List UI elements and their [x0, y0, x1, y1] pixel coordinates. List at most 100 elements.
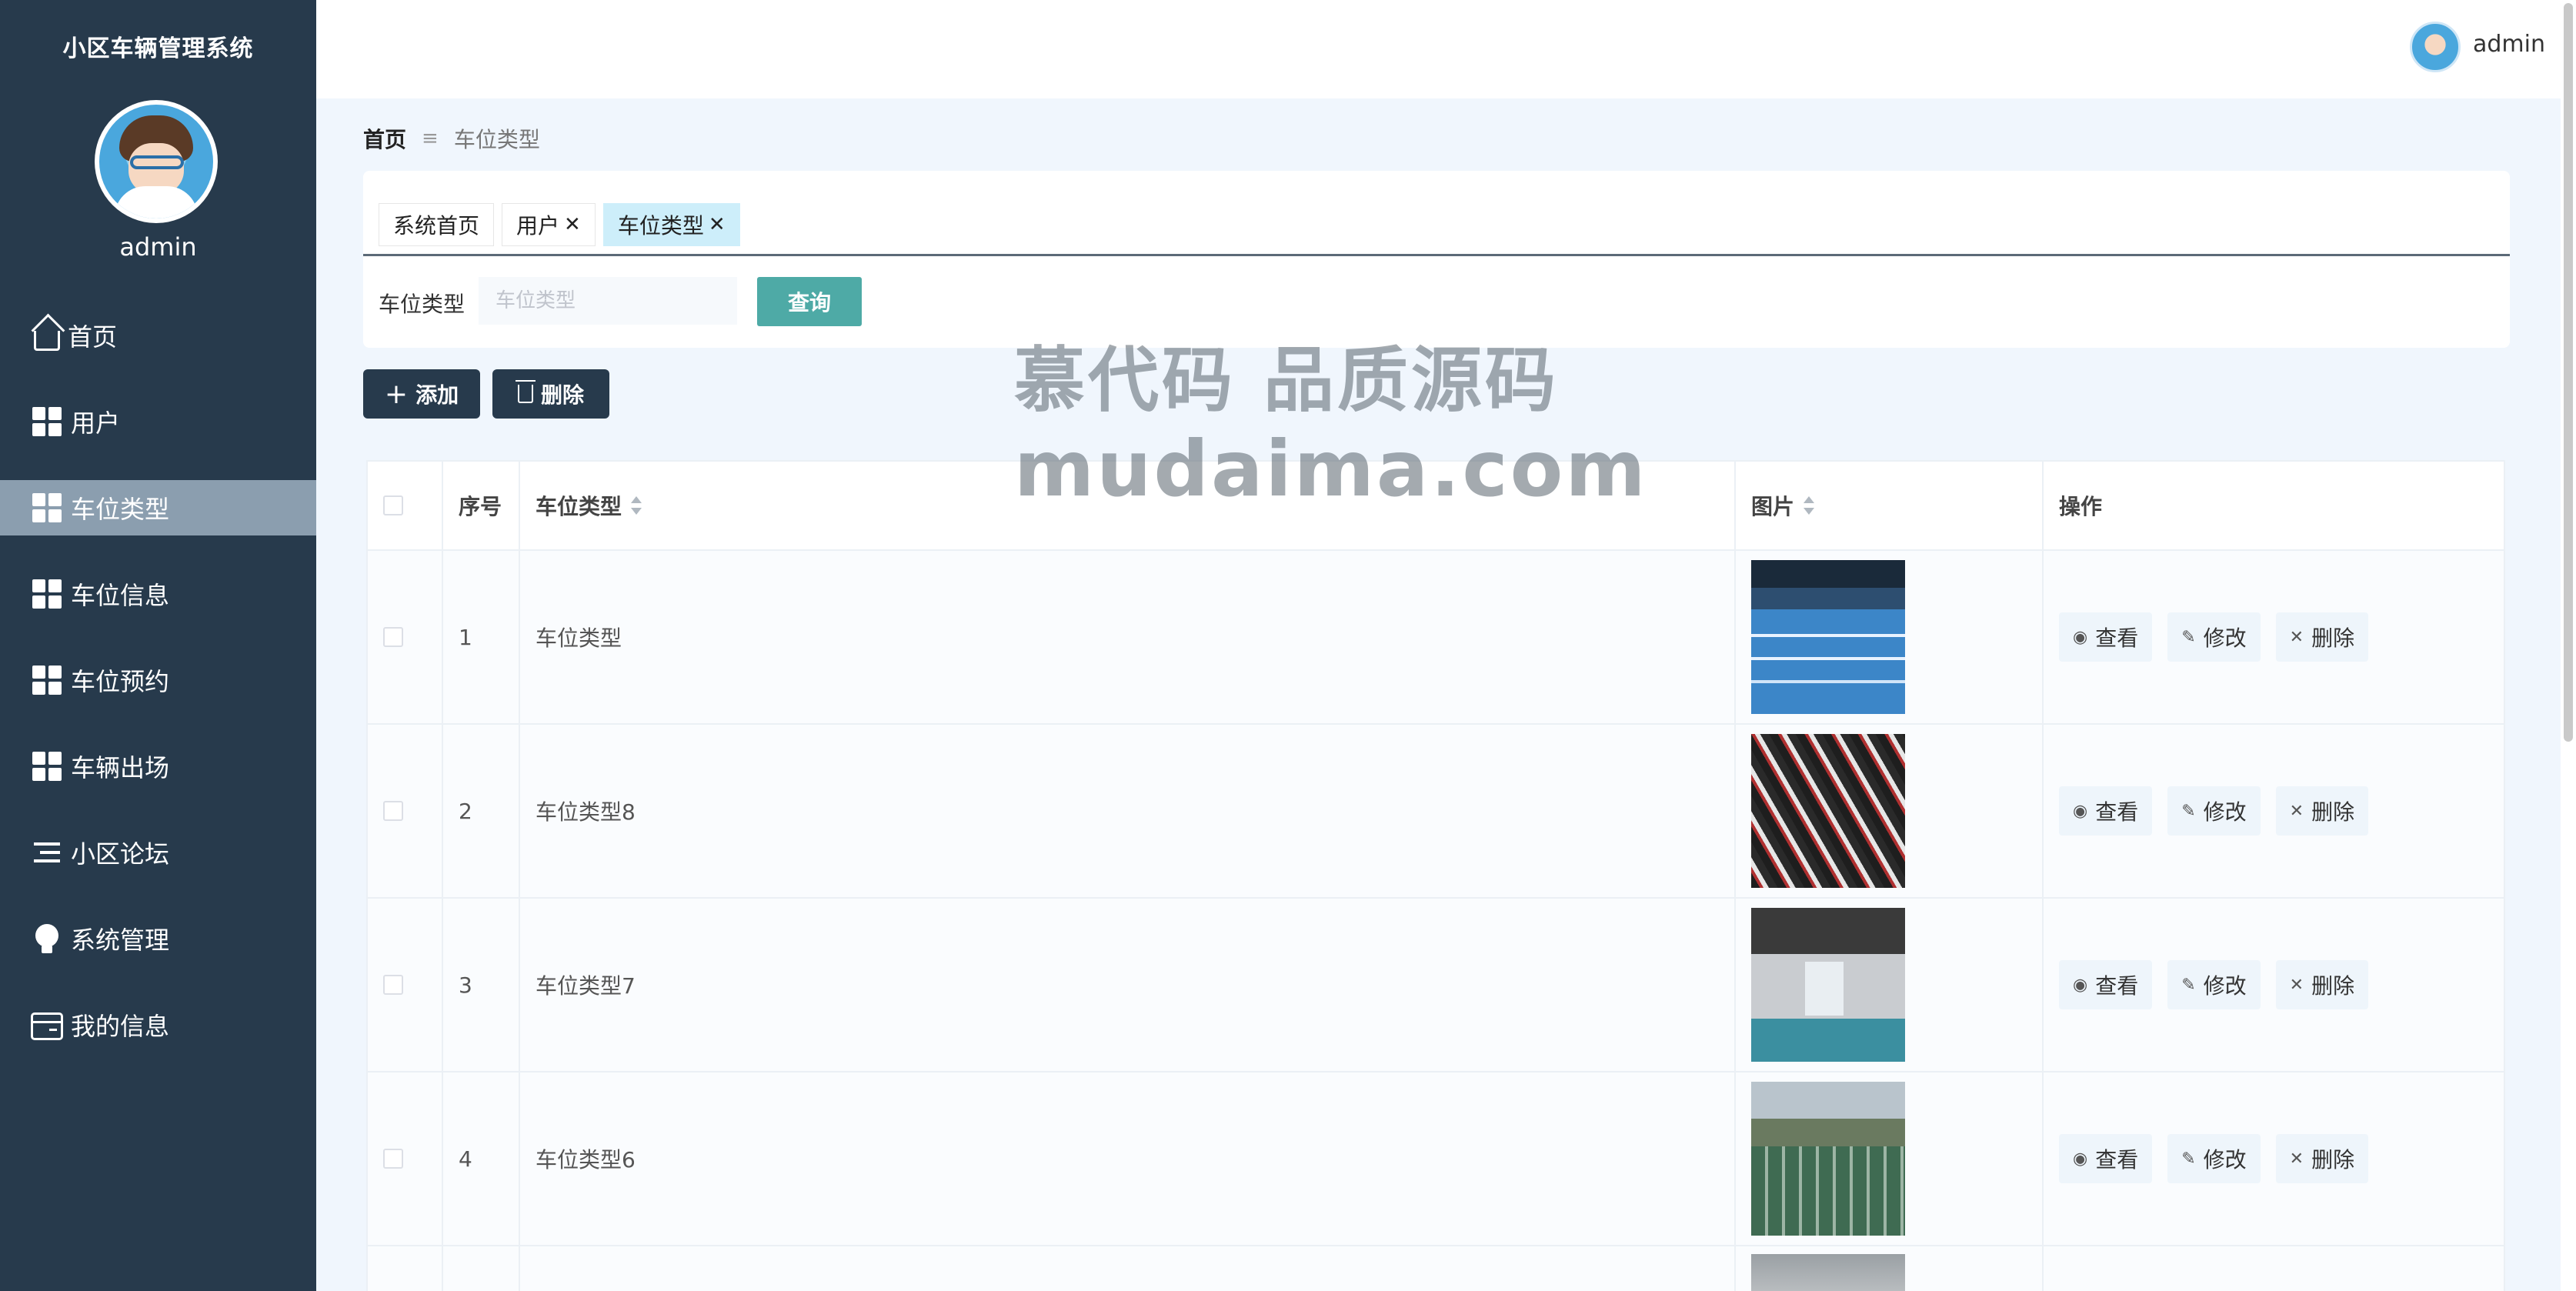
- edit-button[interactable]: ✎ 修改: [2167, 612, 2261, 662]
- breadcrumb-home[interactable]: 首页: [363, 123, 406, 154]
- view-button[interactable]: ◉ 查看: [2059, 612, 2153, 662]
- grid-icon: [31, 750, 63, 782]
- sidebar-username: admin: [119, 232, 197, 262]
- search-input[interactable]: [479, 277, 737, 325]
- close-icon[interactable]: ✕: [709, 213, 726, 236]
- sidebar-item-users[interactable]: 用户: [0, 379, 316, 465]
- sidebar-item-parking-reservation[interactable]: 车位预约: [0, 637, 316, 723]
- delete-label: 删除: [2311, 799, 2355, 825]
- scrollbar-thumb[interactable]: [2564, 3, 2573, 742]
- sidebar-item-my-info[interactable]: 我的信息: [0, 982, 316, 1068]
- edit-label: 修改: [2203, 625, 2247, 651]
- select-all-checkbox[interactable]: [383, 495, 403, 515]
- add-button[interactable]: + 添加: [363, 369, 480, 419]
- table-row: 4 车位类型6 ◉ 查看 ✎ 修改 ✕ 删除: [368, 1072, 2504, 1246]
- row-ops: ◉ 查看 ✎ 修改 ✕ 删除: [2044, 551, 2504, 723]
- row-delete-button[interactable]: ✕ 删除: [2275, 1134, 2369, 1183]
- tab-bar: 系统首页 用户 ✕ 车位类型 ✕: [379, 203, 748, 246]
- edit-button[interactable]: ✎ 修改: [2167, 1134, 2261, 1183]
- eye-icon: ◉: [2073, 1149, 2088, 1169]
- row-checkbox[interactable]: [383, 975, 403, 995]
- header-avatar[interactable]: [2410, 22, 2461, 72]
- row-index: 3: [443, 899, 520, 1071]
- row-checkbox[interactable]: [383, 801, 403, 821]
- row-index: 2: [443, 725, 520, 897]
- view-button[interactable]: ◉ 查看: [2059, 1134, 2153, 1183]
- edit-button[interactable]: ✎ 修改: [2167, 786, 2261, 836]
- sidebar-item-vehicle-exit[interactable]: 车辆出场: [0, 723, 316, 809]
- sidebar-item-label: 我的信息: [71, 1012, 170, 1041]
- sidebar-item-parking-type[interactable]: 车位类型: [0, 480, 316, 535]
- header-index: 序号: [443, 462, 520, 549]
- tab-parking-type[interactable]: 车位类型 ✕: [602, 203, 740, 246]
- row-checkbox[interactable]: [383, 1149, 403, 1169]
- header-image[interactable]: 图片: [1736, 462, 2044, 549]
- close-icon: ✕: [2289, 1149, 2304, 1169]
- sidebar-item-label: 用户: [71, 409, 121, 438]
- sort-icon[interactable]: [1804, 496, 1815, 515]
- sidebar-item-label: 系统管理: [71, 926, 170, 955]
- sidebar-item-label: 车位类型: [71, 495, 170, 524]
- card-icon: [31, 1012, 63, 1040]
- sidebar-item-parking-info[interactable]: 车位信息: [0, 551, 316, 637]
- edit-icon: ✎: [2181, 801, 2196, 821]
- header-username[interactable]: admin: [2473, 31, 2545, 58]
- sort-icon[interactable]: [631, 496, 642, 515]
- row-ops: ◉ 查看 ✎ 修改 ✕ 删除: [2044, 725, 2504, 897]
- tab-home[interactable]: 系统首页: [379, 203, 495, 246]
- avatar[interactable]: [95, 100, 218, 223]
- row-image-cell: [1736, 1072, 2044, 1245]
- row-name: [520, 1246, 1736, 1291]
- header-name-label: 车位类型: [536, 494, 622, 519]
- edit-label: 修改: [2203, 973, 2247, 999]
- view-label: 查看: [2095, 973, 2139, 999]
- search-panel: 系统首页 用户 ✕ 车位类型 ✕ 车位类型 查询: [363, 171, 2510, 348]
- tab-label: 车位类型: [617, 213, 704, 239]
- table-row: 1 车位类型 ◉ 查看 ✎ 修改 ✕ 删除: [368, 551, 2504, 725]
- parking-image[interactable]: [1751, 1082, 1905, 1236]
- tab-users[interactable]: 用户 ✕: [502, 203, 596, 246]
- sidebar-item-label: 车位预约: [71, 667, 170, 696]
- close-icon[interactable]: ✕: [564, 213, 581, 236]
- parking-image[interactable]: [1751, 734, 1905, 888]
- sidebar-item-label: 小区论坛: [71, 839, 170, 869]
- watermark: 慕代码 品质源码 mudaima.com: [1014, 339, 1648, 515]
- row-image-cell: [1736, 725, 2044, 897]
- sidebar-item-home[interactable]: 首页: [0, 292, 316, 379]
- parking-image[interactable]: [1751, 908, 1905, 1062]
- row-delete-button[interactable]: ✕ 删除: [2275, 612, 2369, 662]
- edit-button[interactable]: ✎ 修改: [2167, 960, 2261, 1009]
- row-ops: ◉ 查看 ✎ 修改 ✕ 删除: [2044, 899, 2504, 1071]
- row-index: [443, 1246, 520, 1291]
- header-ops: 操作: [2059, 494, 2103, 519]
- page-scrollbar[interactable]: [2561, 0, 2576, 1291]
- parking-image[interactable]: [1751, 1254, 1905, 1291]
- breadcrumb: 首页 ≡ 车位类型: [363, 123, 540, 154]
- table-row: 2 车位类型8 ◉ 查看 ✎ 修改 ✕ 删除: [368, 725, 2504, 899]
- app-title: 小区车辆管理系统: [62, 35, 254, 62]
- sidebar-item-system[interactable]: 系统管理: [0, 896, 316, 982]
- sidebar-item-forum[interactable]: 小区论坛: [0, 809, 316, 896]
- row-ops: ◉ 查看 ✎ 修改 ✕ 删除: [2044, 1072, 2504, 1245]
- search-button[interactable]: 查询: [757, 277, 862, 326]
- tab-divider: [363, 254, 2510, 256]
- row-delete-button[interactable]: ✕ 删除: [2275, 960, 2369, 1009]
- row-checkbox[interactable]: [383, 627, 403, 647]
- row-checkbox-cell: [368, 725, 443, 897]
- view-button[interactable]: ◉ 查看: [2059, 786, 2153, 836]
- sidebar-menu: 首页 用户 车位类型 车位信息 车位预约 车辆出场 小区论坛 系统管理 我的信息: [0, 292, 316, 1068]
- grid-icon: [31, 664, 63, 696]
- header-image-label: 图片: [1751, 494, 1795, 519]
- delete-label: 删除: [2311, 625, 2355, 651]
- bulb-icon: [31, 922, 63, 955]
- home-icon: [34, 331, 60, 351]
- plus-icon: +: [384, 378, 409, 410]
- row-ops: [2044, 1246, 2504, 1291]
- delete-button[interactable]: 删除: [492, 369, 609, 419]
- eye-icon: ◉: [2073, 627, 2088, 647]
- parking-image[interactable]: [1751, 560, 1905, 714]
- delete-label: 删除: [2311, 973, 2355, 999]
- row-delete-button[interactable]: ✕ 删除: [2275, 786, 2369, 836]
- view-button[interactable]: ◉ 查看: [2059, 960, 2153, 1009]
- row-image-cell: [1736, 551, 2044, 723]
